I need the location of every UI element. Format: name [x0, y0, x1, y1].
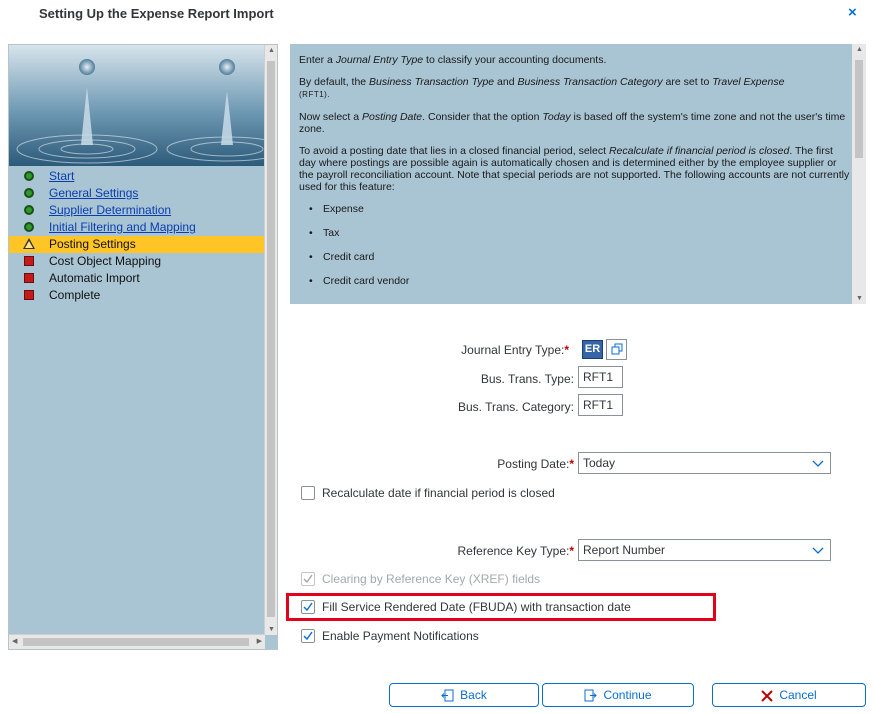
back-arrow-icon	[441, 689, 454, 702]
scroll-thumb[interactable]	[23, 638, 249, 646]
list-item: Credit card vendor	[309, 275, 852, 287]
left-vertical-scrollbar[interactable]: ▲ ▼	[264, 45, 277, 635]
bus-trans-type-field[interactable]: RFT1	[578, 366, 623, 388]
reference-key-type-label: Reference Key Type:*	[457, 544, 574, 558]
scroll-down-icon[interactable]: ▼	[856, 295, 863, 302]
dialog-title: Setting Up the Expense Report Import	[39, 6, 274, 21]
recalculate-checkbox[interactable]	[301, 486, 315, 500]
close-icon[interactable]: ×	[848, 4, 857, 21]
step-label[interactable]: General Settings	[49, 186, 138, 200]
step-complete-icon	[24, 188, 34, 198]
step-label: Complete	[49, 288, 101, 302]
step-incomplete-icon	[24, 273, 34, 283]
step-initial-filtering[interactable]: Initial Filtering and Mapping	[9, 219, 265, 236]
highlight-box	[286, 593, 716, 621]
step-cost-object-mapping: Cost Object Mapping	[9, 253, 265, 270]
journal-entry-type-label: Journal Entry Type:*	[461, 343, 569, 357]
bus-trans-type-label: Bus. Trans. Type:	[480, 372, 574, 386]
step-complete-icon	[24, 222, 34, 232]
clearing-label: Clearing by Reference Key (XREF) fields	[322, 572, 541, 586]
scroll-down-icon[interactable]: ▼	[268, 626, 275, 633]
step-complete-icon	[24, 205, 34, 215]
posting-date-select[interactable]: Today	[578, 452, 831, 474]
bus-trans-category-field[interactable]: RFT1	[578, 394, 623, 416]
wizard-step-panel: Start General Settings Supplier Determin…	[8, 44, 278, 650]
step-complete: Complete	[9, 287, 265, 304]
checkmark-icon	[303, 631, 313, 641]
continue-arrow-icon	[584, 689, 598, 702]
clearing-checkbox	[301, 572, 315, 586]
posting-date-value: Today	[583, 456, 616, 470]
step-supplier-determination[interactable]: Supplier Determination	[9, 202, 265, 219]
help-text-panel: Enter a Journal Entry Type to classify y…	[290, 44, 866, 304]
scroll-thumb[interactable]	[855, 60, 863, 158]
copy-icon	[611, 343, 623, 355]
help-text-scrollbar[interactable]: ▲ ▼	[852, 44, 866, 304]
step-incomplete-icon	[24, 290, 34, 300]
step-label: Posting Settings	[49, 237, 136, 251]
posting-date-label: Posting Date:*	[497, 457, 574, 471]
step-general-settings[interactable]: General Settings	[9, 185, 265, 202]
step-label[interactable]: Start	[49, 169, 74, 183]
step-complete-icon	[24, 171, 34, 181]
step-label[interactable]: Supplier Determination	[49, 203, 171, 217]
step-label[interactable]: Initial Filtering and Mapping	[49, 220, 196, 234]
chevron-down-icon	[812, 547, 824, 554]
value-help-button[interactable]	[606, 339, 627, 360]
reference-key-type-select[interactable]: Report Number	[578, 539, 831, 561]
left-horizontal-scrollbar[interactable]: ◀ ▶	[9, 634, 265, 649]
cancel-button[interactable]: Cancel	[712, 683, 866, 707]
continue-button[interactable]: Continue	[542, 683, 694, 707]
scroll-left-icon[interactable]: ◀	[12, 637, 17, 645]
help-text: Enter a Journal Entry Type to classify y…	[299, 54, 852, 299]
step-incomplete-icon	[24, 256, 34, 266]
chevron-down-icon	[812, 460, 824, 467]
checkmark-icon	[303, 574, 313, 584]
scroll-thumb[interactable]	[267, 61, 275, 617]
back-button[interactable]: Back	[389, 683, 539, 707]
warning-icon	[23, 238, 35, 249]
step-automatic-import: Automatic Import	[9, 270, 265, 287]
cancel-x-icon	[761, 690, 774, 702]
recalculate-label: Recalculate date if financial period is …	[322, 486, 555, 500]
enable-payment-checkbox[interactable]	[301, 629, 315, 643]
step-start[interactable]: Start	[9, 168, 265, 185]
wizard-step-list: Start General Settings Supplier Determin…	[9, 168, 265, 304]
scroll-up-icon[interactable]: ▲	[268, 47, 275, 54]
journal-entry-type-field[interactable]: ER	[582, 340, 603, 359]
scroll-right-icon[interactable]: ▶	[257, 637, 262, 645]
enable-payment-label: Enable Payment Notifications	[322, 629, 479, 643]
accounts-list: Expense Tax Credit card Credit card vend…	[299, 203, 852, 287]
list-item: Expense	[309, 203, 852, 215]
step-label: Automatic Import	[49, 271, 140, 285]
scroll-up-icon[interactable]: ▲	[856, 46, 863, 53]
step-label: Cost Object Mapping	[49, 254, 162, 268]
step-posting-settings: Posting Settings	[9, 236, 265, 253]
list-item: Credit card	[309, 251, 852, 263]
water-drop-image	[9, 45, 265, 166]
reference-key-type-value: Report Number	[583, 543, 666, 557]
bus-trans-category-label: Bus. Trans. Category:	[457, 400, 574, 414]
list-item: Tax	[309, 227, 852, 239]
